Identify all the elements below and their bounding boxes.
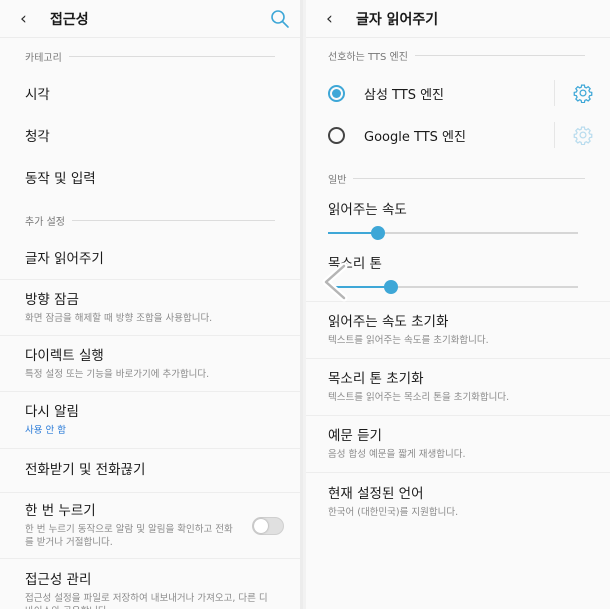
item-label: 다이렉트 실행 (25, 347, 104, 364)
tts-header-label: 선호하는 TTS 엔진 (328, 51, 408, 63)
page-title: 글자 읽어주기 (356, 11, 439, 28)
app-bar: ‹ 접근성 (0, 0, 300, 38)
general-header-label: 일반 (328, 174, 347, 186)
back-icon[interactable]: ‹ (20, 0, 44, 38)
list-item-text-to-speech[interactable]: 글자 읽어주기 (0, 240, 300, 280)
list-item-notification-reminder[interactable]: 다시 알림 사용 안 함 (0, 392, 300, 449)
item-sub: 음성 합성 예문을 짧게 재생합니다. (328, 449, 466, 460)
slider-thumb[interactable] (383, 280, 398, 294)
engine-label: 삼성 TTS 엔진 (364, 87, 445, 103)
list-item-reset-pitch[interactable]: 목소리 톤 초기화 텍스트를 읽어주는 목소리 톤을 초기화합니다. (306, 359, 610, 416)
item-label: 동작 및 입력 (25, 170, 96, 187)
item-label: 글자 읽어주기 (25, 251, 104, 267)
category-header: 카테고리 (0, 38, 300, 74)
gear-icon (573, 126, 592, 145)
page-title: 접근성 (50, 11, 89, 28)
category-header-label: 카테고리 (25, 52, 62, 64)
tts-engine-header: 선호하는 TTS 엔진 (306, 38, 610, 72)
item-label: 한 번 누르기 (25, 503, 96, 519)
engine-option-samsung[interactable]: 삼성 TTS 엔진 (306, 72, 610, 114)
list-item-listen-example[interactable]: 예문 듣기 음성 합성 예문을 짧게 재생합니다. (306, 416, 610, 473)
radio-selected[interactable] (328, 84, 345, 102)
radio-unselected[interactable] (328, 126, 345, 144)
text-to-speech-panel: ‹ 글자 읽어주기 선호하는 TTS 엔진 삼성 TTS 엔진 Google T… (306, 0, 610, 609)
list-item-answering-ending-calls[interactable]: 전화받기 및 전화끊기 (0, 449, 300, 493)
item-status: 사용 안 함 (25, 425, 66, 436)
speech-rate-label: 읽어주는 속도 (328, 202, 407, 218)
accessibility-panel: ‹ 접근성 카테고리 시각 청각 동작 및 입력 추가 설정 글자 읽어주기 방… (0, 0, 303, 609)
search-icon[interactable] (270, 9, 290, 29)
list-item-reset-speech-rate[interactable]: 읽어주는 속도 초기화 텍스트를 읽어주는 속도를 초기화합니다. (306, 302, 610, 359)
item-sub: 텍스트를 읽어주는 목소리 톤을 초기화합니다. (328, 392, 510, 403)
item-label: 시각 (25, 86, 50, 103)
list-item-single-tap-mode[interactable]: 한 번 누르기 한 번 누르기 동작으로 알람 및 알림을 확인하고 전화를 받… (0, 493, 300, 559)
additional-header-label: 추가 설정 (25, 216, 65, 228)
item-label: 다시 알림 (25, 404, 79, 420)
engine-settings-button[interactable] (554, 80, 610, 106)
item-sub: 특정 설정 또는 기능을 바로가기에 추가합니다. (25, 368, 210, 380)
edge-back-chevron-icon[interactable] (318, 262, 354, 302)
item-sub: 한 번 누르기 동작으로 알람 및 알림을 확인하고 전화를 받거나 거절합니다… (25, 524, 233, 548)
back-icon[interactable]: ‹ (326, 0, 350, 38)
speech-rate-slider[interactable] (328, 224, 578, 242)
item-sub: 접근성 설정을 파일로 저장하여 내보내거나 가져오고, 다른 디바이스와 공유… (25, 593, 268, 609)
single-tap-toggle[interactable] (252, 516, 284, 535)
gear-icon (573, 84, 592, 103)
list-item-manage-accessibility[interactable]: 접근성 관리 접근성 설정을 파일로 저장하여 내보내거나 가져오고, 다른 디… (0, 559, 300, 609)
list-item-current-language[interactable]: 현재 설정된 언어 한국어 (대한민국)를 지원합니다. (306, 473, 610, 530)
engine-option-google[interactable]: Google TTS 엔진 (306, 114, 610, 156)
item-label: 현재 설정된 언어 (328, 485, 424, 502)
item-label: 전화받기 및 전화끊기 (25, 462, 146, 478)
list-item-interaction[interactable]: 동작 및 입력 (0, 158, 300, 200)
speech-rate-group: 읽어주는 속도 (306, 194, 610, 246)
additional-settings-header: 추가 설정 (0, 200, 300, 240)
item-label: 목소리 톤 초기화 (328, 371, 424, 387)
list-item-direct-access[interactable]: 다이렉트 실행 특정 설정 또는 기능을 바로가기에 추가합니다. (0, 336, 300, 392)
list-item-vision[interactable]: 시각 (0, 74, 300, 116)
item-label: 방향 잠금 (25, 291, 79, 308)
app-bar: ‹ 글자 읽어주기 (306, 0, 610, 38)
general-header: 일반 (306, 156, 610, 194)
slider-thumb[interactable] (371, 226, 385, 240)
item-sub: 화면 잠금을 해제할 때 방향 조합을 사용합니다. (25, 312, 213, 324)
item-sub: 한국어 (대한민국)를 지원합니다. (328, 506, 459, 518)
item-label: 접근성 관리 (25, 572, 92, 588)
item-label: 청각 (25, 128, 50, 145)
list-item-hearing[interactable]: 청각 (0, 116, 300, 158)
item-label: 예문 듣기 (328, 428, 382, 444)
item-sub: 텍스트를 읽어주는 속도를 초기화합니다. (328, 335, 489, 346)
list-item-direction-lock[interactable]: 방향 잠금 화면 잠금을 해제할 때 방향 조합을 사용합니다. (0, 280, 300, 336)
engine-label: Google TTS 엔진 (364, 129, 466, 145)
pitch-slider[interactable] (328, 278, 578, 296)
engine-settings-button[interactable] (554, 122, 610, 148)
item-label: 읽어주는 속도 초기화 (328, 314, 449, 330)
